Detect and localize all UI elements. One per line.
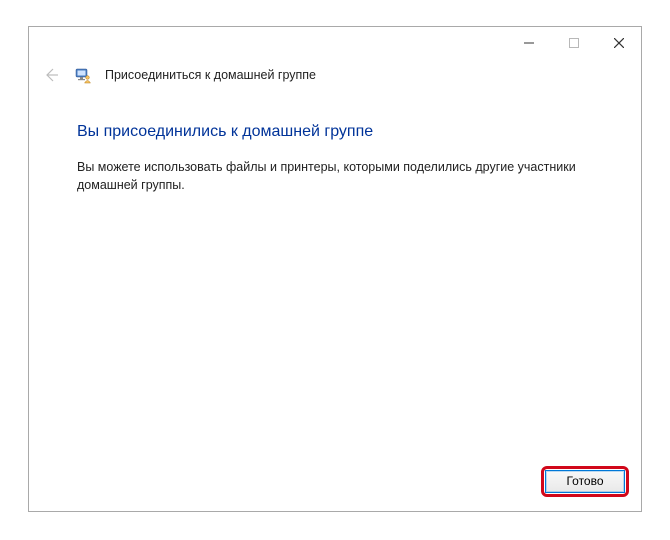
page-heading: Вы присоединились к домашней группе — [77, 123, 601, 141]
back-button — [39, 63, 63, 87]
done-button[interactable]: Готово — [545, 470, 625, 493]
homegroup-icon — [75, 66, 93, 84]
maximize-button — [551, 29, 596, 57]
wizard-window: Присоединиться к домашней группе Вы прис… — [28, 26, 642, 512]
footer: Готово — [29, 461, 641, 511]
close-button[interactable] — [596, 29, 641, 57]
titlebar — [29, 27, 641, 59]
page-body-text: Вы можете использовать файлы и принтеры,… — [77, 159, 597, 194]
highlight-frame: Готово — [541, 466, 629, 497]
minimize-button[interactable] — [506, 29, 551, 57]
content-area: Вы присоединились к домашней группе Вы м… — [29, 91, 641, 461]
wizard-title: Присоединиться к домашней группе — [105, 68, 316, 82]
header-row: Присоединиться к домашней группе — [29, 59, 641, 91]
